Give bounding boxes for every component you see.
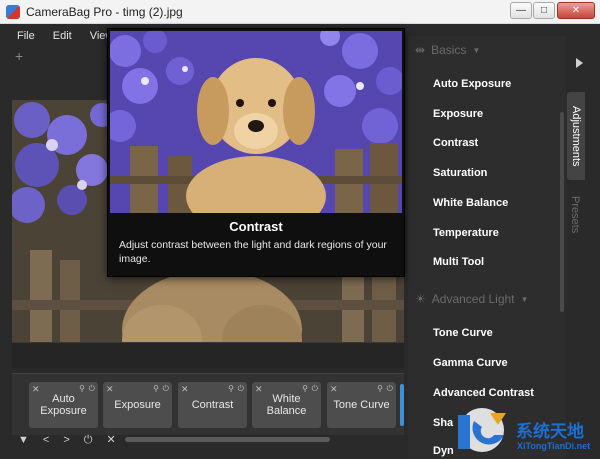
close-button[interactable]: ✕ <box>557 2 595 19</box>
canvas-footer <box>12 342 404 368</box>
tile-label: White Balance <box>266 393 307 417</box>
power-icon[interactable]: ⏻ <box>312 383 318 395</box>
close-icon[interactable]: ✕ <box>181 383 189 395</box>
watermark-title: 系统天地 <box>516 422 584 442</box>
tile-label: Tone Curve <box>333 399 390 411</box>
next-icon[interactable]: > <box>63 434 69 446</box>
adjustment-saturation[interactable]: Saturation <box>433 167 487 179</box>
power-icon[interactable]: ⏻ <box>163 383 169 395</box>
adjustment-white-balance[interactable]: White Balance <box>433 197 508 209</box>
pin-icon[interactable]: ⚲ <box>302 383 308 395</box>
collapse-icon[interactable]: ▼ <box>18 434 29 446</box>
pin-icon[interactable]: ⚲ <box>228 383 234 395</box>
adjustment-temperature[interactable]: Temperature <box>433 227 499 239</box>
pin-icon[interactable]: ⚲ <box>153 383 159 395</box>
clear-all-icon[interactable]: ✕ <box>106 434 115 446</box>
strip-scrollbar[interactable] <box>125 437 330 442</box>
strip-scroll-indicator <box>400 384 404 426</box>
adjustment-multi-tool[interactable]: Multi Tool <box>433 256 484 268</box>
strip-controls: ▼ < > ⏻ ✕ <box>18 434 116 446</box>
adjustment-exposure[interactable]: Exposure <box>433 108 483 120</box>
minimize-button[interactable]: — <box>510 2 532 19</box>
close-icon[interactable]: ✕ <box>255 383 263 395</box>
watermark-url: XiTongTianDi.net <box>517 441 591 451</box>
expand-arrow-icon[interactable] <box>576 58 583 68</box>
add-tab-button[interactable]: + <box>15 49 23 63</box>
panel-scrollbar[interactable] <box>560 112 564 312</box>
adjustment-advanced-contrast[interactable]: Advanced Contrast <box>433 387 534 399</box>
tile-label: Exposure <box>114 399 161 411</box>
watermark-logo-icon <box>458 408 506 452</box>
pin-icon[interactable]: ⚲ <box>79 383 85 395</box>
maximize-button[interactable]: □ <box>533 2 555 19</box>
close-icon[interactable]: ✕ <box>330 383 338 395</box>
tile-tone-curve[interactable]: ✕ ⚲ ⏻ Tone Curve <box>327 382 396 428</box>
tab-presets[interactable]: Presets <box>569 196 581 233</box>
sun-icon: ☀ <box>415 292 426 306</box>
title-bar: CameraBag Pro - timg (2).jpg — □ ✕ <box>0 0 600 24</box>
pin-icon[interactable]: ⚲ <box>377 383 383 395</box>
adjustment-gamma-curve[interactable]: Gamma Curve <box>433 357 508 369</box>
menu-edit[interactable]: Edit <box>44 28 81 44</box>
previous-icon[interactable]: < <box>43 434 49 446</box>
menu-file[interactable]: File <box>8 28 44 44</box>
section-title: Advanced Light <box>431 292 515 306</box>
tile-contrast[interactable]: ✕ ⚲ ⏻ Contrast <box>178 382 247 428</box>
tile-exposure[interactable]: ✕ ⚲ ⏻ Exposure <box>103 382 172 428</box>
chevron-down-icon: ▼ <box>520 294 529 304</box>
section-title: Basics <box>431 43 467 57</box>
tooltip-description: Adjust contrast between the light and da… <box>119 239 387 265</box>
tooltip-preview-image <box>110 31 402 213</box>
power-icon[interactable]: ⏻ <box>238 383 244 395</box>
sliders-icon: ⇹ <box>415 43 426 57</box>
adjustment-auto-exposure[interactable]: Auto Exposure <box>433 78 511 90</box>
chevron-down-icon: ▼ <box>472 45 481 55</box>
power-icon[interactable]: ⏻ <box>387 383 393 395</box>
window-title: CameraBag Pro - timg (2).jpg <box>26 5 183 19</box>
menu-bar: File Edit View <box>8 28 122 44</box>
close-icon[interactable]: ✕ <box>106 383 114 395</box>
site-watermark: 系统天地 XiTongTianDi.net <box>450 405 600 459</box>
camerabag-app-icon <box>6 5 20 19</box>
tab-adjustments[interactable]: Adjustments <box>567 92 585 180</box>
section-basics-header[interactable]: ⇹ Basics ▼ <box>415 43 480 57</box>
adjustment-contrast[interactable]: Contrast <box>433 137 478 149</box>
power-all-icon[interactable]: ⏻ <box>84 434 93 446</box>
section-advanced-light-header[interactable]: ☀ Advanced Light ▼ <box>415 292 528 306</box>
tile-auto-exposure[interactable]: ✕ ⚲ ⏻ Auto Exposure <box>29 382 98 428</box>
tile-white-balance[interactable]: ✕ ⚲ ⏻ White Balance <box>252 382 321 428</box>
power-icon[interactable]: ⏻ <box>89 383 95 395</box>
close-icon[interactable]: ✕ <box>32 383 40 395</box>
adjustment-tone-curve[interactable]: Tone Curve <box>433 327 493 339</box>
tooltip-title: Contrast <box>229 219 283 234</box>
tile-label: Auto Exposure <box>40 393 87 417</box>
tile-label: Contrast <box>191 399 234 411</box>
